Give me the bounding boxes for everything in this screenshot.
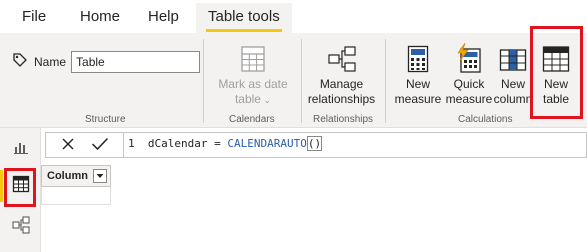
- group-separator: [203, 39, 204, 123]
- quick-measure-label-2: measure: [445, 92, 493, 106]
- close-icon: [61, 137, 75, 156]
- new-column-label-1: New: [500, 77, 525, 91]
- tab-table-tools[interactable]: Table tools: [196, 3, 292, 33]
- new-measure-label-1: New: [405, 77, 430, 91]
- new-measure-label-2: measure: [394, 92, 442, 106]
- formula-line-number: 1: [128, 137, 135, 150]
- group-label-relationships: Relationships: [313, 114, 374, 125]
- checkmark-icon: [91, 137, 109, 156]
- quick-measure-label-1: Quick: [453, 77, 485, 91]
- mark-as-date-label-1: Mark as date: [218, 77, 288, 91]
- report-view-button[interactable]: [0, 134, 41, 164]
- chevron-down-icon: [96, 170, 104, 182]
- manage-relationships-label-1: Manage: [319, 77, 364, 91]
- formula-input[interactable]: 1 dCalendar = CALENDARAUTO(): [128, 136, 323, 151]
- formula-parens: (): [306, 136, 323, 151]
- new-measure-button[interactable]: New measure: [393, 41, 443, 107]
- manage-relationships-button[interactable]: Manage relationships: [304, 41, 379, 107]
- model-view-icon: [11, 215, 30, 239]
- table-empty-cell: [41, 187, 111, 205]
- name-label: Name: [34, 55, 67, 69]
- new-column-icon: [498, 41, 528, 73]
- tab-table-tools-label: Table tools: [208, 8, 280, 25]
- commit-formula-button[interactable]: [86, 135, 114, 157]
- tag-icon: [12, 52, 28, 73]
- tab-file[interactable]: File: [22, 8, 46, 25]
- quick-measure-icon: [454, 41, 484, 73]
- tab-help[interactable]: Help: [148, 8, 179, 25]
- column-header-label: Column: [47, 170, 88, 182]
- quick-measure-button[interactable]: Quick measure: [443, 41, 495, 107]
- name-field-row: Name: [12, 51, 201, 73]
- calculator-icon: [403, 41, 433, 73]
- mark-as-date-table-button[interactable]: Mark as date table ⌄: [213, 41, 293, 108]
- table-column-header[interactable]: Column: [41, 165, 111, 187]
- group-separator: [385, 39, 386, 123]
- calendar-table-icon: [238, 41, 268, 73]
- new-table-highlight: [530, 26, 583, 119]
- manage-relationships-label-2: relationships: [307, 92, 376, 106]
- mark-as-date-label-2: table ⌄: [234, 92, 272, 106]
- model-view-button[interactable]: [0, 212, 41, 242]
- ribbon: Name Structure Mark as date table ⌄ Cale…: [0, 33, 587, 128]
- group-separator: [301, 39, 302, 123]
- relationships-icon: [327, 41, 357, 73]
- table-name-input[interactable]: [71, 51, 201, 73]
- formula-function-name: CALENDARAUTO: [227, 137, 307, 150]
- group-label-calendars: Calendars: [229, 114, 275, 125]
- report-view-icon: [13, 139, 29, 160]
- active-tab-indicator: [206, 29, 282, 32]
- formula-text: dCalendar =: [147, 137, 228, 150]
- chevron-down-icon: ⌄: [260, 95, 272, 105]
- new-column-label-2: column: [493, 92, 533, 106]
- column-filter-button[interactable]: [93, 169, 107, 183]
- ribbon-tab-bar: File Home Help Table tools: [0, 0, 587, 33]
- cancel-formula-button[interactable]: [54, 135, 82, 157]
- data-view-highlight: [4, 168, 36, 207]
- group-label-structure: Structure: [85, 114, 126, 125]
- formula-bar: 1 dCalendar = CALENDARAUTO(): [45, 132, 587, 158]
- new-column-button[interactable]: New column: [493, 41, 533, 107]
- group-label-calculations: Calculations: [458, 114, 513, 125]
- tab-home[interactable]: Home: [80, 8, 120, 25]
- formula-divider: [123, 133, 124, 157]
